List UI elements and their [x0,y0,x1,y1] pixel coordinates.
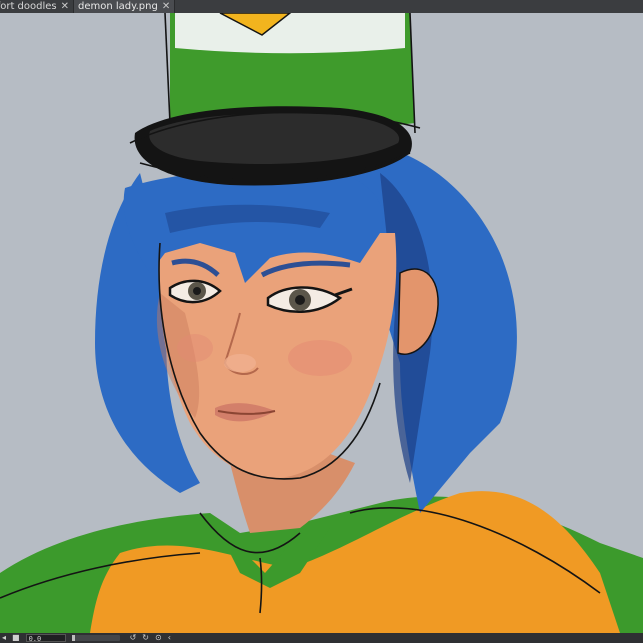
rotate-left-icon[interactable]: ↺ [130,633,137,643]
tab-label: fort doodles [0,1,57,12]
square-icon[interactable]: ■ [12,633,20,643]
angle-field[interactable]: 0.0 [25,634,66,643]
artwork [0,13,643,633]
mirror-icon[interactable]: ‹ [168,633,171,643]
tab-fort-doodles[interactable]: fort doodles ✕ [0,0,74,13]
pupil-left [193,287,201,295]
hat-band [175,13,405,54]
slider-knob[interactable] [71,635,75,641]
close-icon[interactable]: ✕ [162,0,170,13]
tab-label: demon lady.png [78,1,158,12]
tab-demon-lady[interactable]: demon lady.png ✕ [74,0,176,13]
drawing-canvas[interactable] [0,13,643,633]
close-icon[interactable]: ✕ [61,0,69,13]
zoom-slider[interactable] [71,635,120,641]
blush-right [288,340,352,376]
reset-icon[interactable]: ⊙ [155,633,162,643]
view-controls: ↺ ↻ ⊙ ‹ [130,633,171,643]
blush-left [177,334,213,362]
nose-highlight [224,354,256,372]
document-tab-bar: fort doodles ✕ demon lady.png ✕ [0,0,643,13]
rotate-right-icon[interactable]: ↻ [142,633,149,643]
menu-icon[interactable]: ◂ [2,633,6,643]
canvas-status-bar: ◂ ■ 0.0 ↺ ↻ ⊙ ‹ [0,633,643,643]
pupil-right [295,295,305,305]
